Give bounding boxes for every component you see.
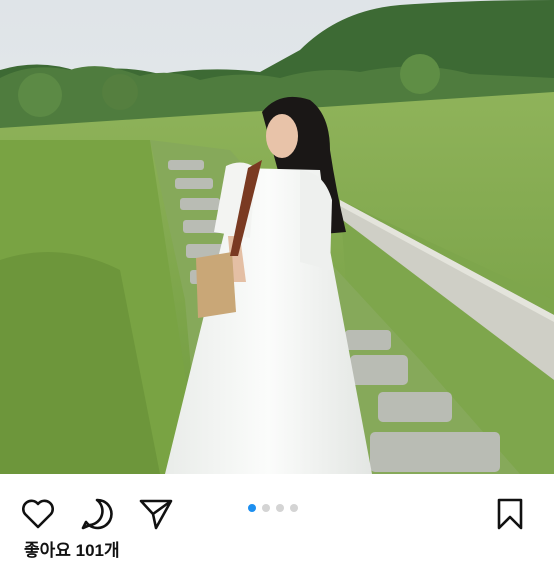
carousel-dot (276, 504, 284, 512)
share-button[interactable] (136, 494, 176, 534)
carousel-dot (290, 504, 298, 512)
like-count[interactable]: 좋아요 101개 (24, 540, 120, 562)
comment-bubble-icon (81, 498, 113, 530)
comment-button[interactable] (77, 494, 117, 534)
bookmark-icon (497, 498, 523, 530)
carousel-dot (262, 504, 270, 512)
post-photo[interactable] (0, 0, 554, 474)
save-button[interactable] (490, 494, 530, 534)
heart-icon (22, 499, 54, 529)
carousel-dot-active (248, 504, 256, 512)
photo-scene (0, 0, 554, 474)
post-action-bar (0, 474, 554, 544)
carousel-indicator (248, 503, 298, 513)
like-button[interactable] (18, 494, 58, 534)
paper-plane-icon (139, 499, 173, 530)
